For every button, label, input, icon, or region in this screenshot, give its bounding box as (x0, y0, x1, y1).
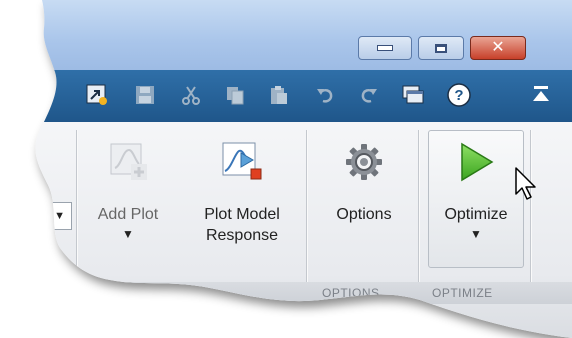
mouse-pointer-icon (514, 166, 540, 207)
window-icon[interactable] (400, 82, 426, 108)
options-button[interactable]: Options (318, 132, 410, 225)
optimize-label: Optimize (444, 206, 508, 223)
shortcut-icon[interactable] (84, 82, 110, 108)
plot-model-response-icon (188, 136, 296, 188)
maximize-button[interactable] (418, 36, 464, 60)
application-window: ✕ ? ed ▼ Add Plot ▼ Plot Model Response … (0, 0, 572, 338)
divider (418, 130, 419, 290)
cut-icon[interactable] (178, 82, 204, 108)
gear-icon (318, 136, 410, 188)
selection-dropdown-value: ed (31, 207, 49, 225)
close-icon: ✕ (491, 39, 505, 56)
chevron-down-icon: ▼ (54, 210, 65, 222)
close-button[interactable]: ✕ (470, 36, 526, 60)
title-bar: ✕ (0, 0, 572, 70)
copy-icon[interactable] (222, 82, 248, 108)
collapse-ribbon-icon (533, 91, 549, 101)
add-plot-button[interactable]: Add Plot ▼ (82, 132, 174, 241)
svg-text:?: ? (454, 87, 463, 104)
section-label-options: OPTIONS (322, 286, 380, 300)
screenshot-frame: ✕ ? ed ▼ Add Plot ▼ Plot Model Response … (0, 0, 572, 338)
quick-access-toolbar: ? (0, 70, 572, 122)
ribbon: ed ▼ Add Plot ▼ Plot Model Response Opti… (0, 122, 572, 338)
save-icon[interactable] (132, 82, 158, 108)
optimize-dropdown-icon[interactable]: ▼ (428, 227, 524, 241)
add-plot-icon (82, 136, 174, 188)
ribbon-section-bar: OPTIONS OPTIMIZE (0, 282, 572, 304)
redo-icon[interactable] (356, 82, 382, 108)
add-plot-label: Add Plot (97, 206, 159, 223)
optimize-button[interactable]: Optimize ▼ (428, 132, 524, 241)
divider (76, 130, 77, 290)
plot-model-label-line1: Plot Model (204, 206, 280, 223)
minimize-icon (377, 45, 393, 51)
play-icon (428, 136, 524, 188)
divider (530, 130, 531, 290)
section-label-optimize: OPTIMIZE (432, 286, 493, 300)
plot-model-response-button[interactable]: Plot Model Response (188, 132, 296, 246)
help-icon[interactable]: ? (446, 82, 472, 108)
options-label: Options (336, 206, 392, 223)
undo-icon[interactable] (312, 82, 338, 108)
minimize-button[interactable] (358, 36, 412, 60)
maximize-icon (435, 44, 447, 53)
collapse-ribbon-button[interactable] (528, 84, 554, 108)
add-plot-dropdown-icon[interactable]: ▼ (82, 227, 174, 241)
selection-dropdown[interactable]: ed ▼ (0, 202, 72, 230)
plot-model-label-line2: Response (205, 227, 279, 244)
divider (306, 130, 307, 290)
paste-icon[interactable] (266, 82, 292, 108)
